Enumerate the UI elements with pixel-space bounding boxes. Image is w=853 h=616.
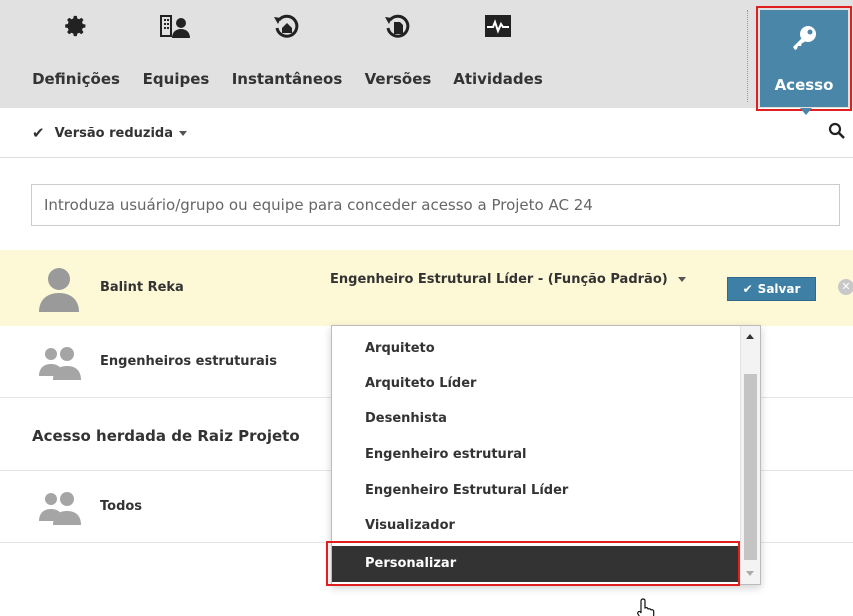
save-button[interactable]: ✔ Salvar: [727, 277, 816, 301]
dropdown-option[interactable]: Engenheiro Estrutural Líder: [332, 474, 740, 508]
role-dropdown[interactable]: Arquiteto Arquiteto Líder Desenhista Eng…: [331, 325, 761, 585]
scroll-up-icon[interactable]: [746, 334, 754, 339]
dropdown-option[interactable]: Visualizador: [332, 509, 740, 543]
access-search-input[interactable]: [31, 184, 840, 226]
gear-icon: [64, 14, 88, 48]
toolbar-versoes[interactable]: Versões: [362, 14, 434, 102]
check-icon: ✔: [32, 124, 45, 142]
role-value: Engenheiro Estrutural Líder - (Função Pa…: [330, 272, 668, 287]
versions-icon: [384, 14, 412, 48]
toolbar-definicoes[interactable]: Definições: [30, 14, 122, 102]
scrollbar-thumb[interactable]: [744, 374, 757, 560]
dropdown-option-selected[interactable]: Personalizar: [332, 546, 740, 582]
member-name: Engenheiros estruturais: [100, 354, 277, 369]
avatar: [38, 266, 80, 312]
teams-icon: [159, 14, 193, 48]
inherited-name: Todos: [100, 499, 143, 514]
inherited-heading: Acesso herdada de Raiz Projeto: [32, 427, 300, 445]
role-select[interactable]: Engenheiro Estrutural Líder - (Função Pa…: [330, 272, 687, 287]
view-toggle[interactable]: ✔ Versão reduzida: [32, 124, 188, 142]
snapshot-icon: [273, 14, 301, 48]
dropdown-scrollbar[interactable]: [740, 326, 760, 584]
activity-icon: [484, 14, 512, 48]
key-icon: [789, 24, 819, 58]
chevron-down-icon: [179, 130, 188, 136]
chevron-down-icon: [678, 277, 687, 282]
save-label: Salvar: [757, 282, 801, 296]
group-icon: [38, 346, 82, 380]
check-icon: ✔: [742, 282, 753, 296]
toolbar-label: Equipes: [142, 70, 210, 88]
subbar: ✔ Versão reduzida: [0, 108, 853, 158]
toolbar-label: Atividades: [453, 70, 543, 88]
close-icon[interactable]: ✕: [838, 279, 853, 295]
scroll-down-icon[interactable]: [746, 571, 754, 576]
member-row: Balint Reka Engenheiro Estrutural Líder …: [0, 250, 853, 326]
dropdown-option[interactable]: Engenheiro estrutural: [332, 438, 740, 472]
toolbar-instantaneos[interactable]: Instantâneos: [228, 14, 346, 102]
toolbar-label: Versões: [364, 70, 432, 88]
toolbar-acesso[interactable]: Acesso: [756, 6, 852, 115]
toolbar: Definições Equipes Instantâneos Versões …: [0, 0, 853, 108]
dropdown-option[interactable]: Arquiteto: [332, 332, 740, 366]
toolbar-label: Definições: [32, 70, 120, 88]
acesso-button[interactable]: Acesso: [760, 10, 848, 115]
view-label: Versão reduzida: [54, 125, 174, 141]
member-name: Balint Reka: [100, 280, 184, 295]
toolbar-atividades[interactable]: Atividades: [450, 14, 546, 102]
toolbar-divider: [747, 10, 748, 102]
toolbar-label: Instantâneos: [231, 70, 343, 88]
dropdown-option[interactable]: Desenhista: [332, 402, 740, 436]
group-icon: [38, 491, 82, 525]
toolbar-equipes[interactable]: Equipes: [140, 14, 212, 102]
search-icon[interactable]: [828, 122, 846, 140]
dropdown-option[interactable]: Arquiteto Líder: [332, 367, 740, 401]
hand-cursor-icon: [636, 598, 662, 616]
acesso-label: Acesso: [774, 76, 834, 94]
